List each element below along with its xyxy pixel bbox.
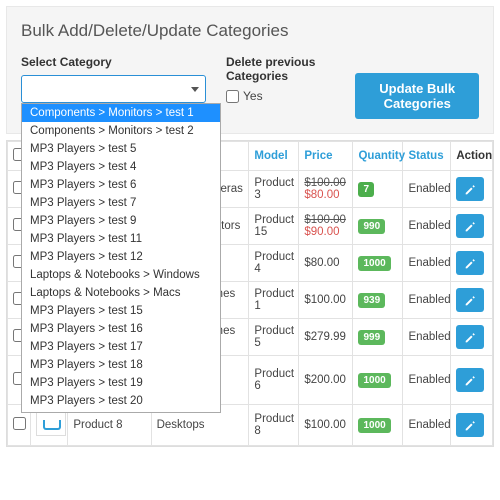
product-model: Product 1 [249,282,299,319]
product-model: Product 6 [249,356,299,405]
dropdown-option[interactable]: MP3 Players > test 9 [22,212,220,230]
product-status: Enabled [403,245,451,282]
col-action: Action [451,142,493,171]
col-price[interactable]: Price [299,142,353,171]
category-select[interactable] [21,75,206,103]
product-model: Product 5 [249,319,299,356]
product-model: Product 8 [249,405,299,446]
product-price: $80.00 [299,245,353,282]
quantity-badge: 1000 [358,418,390,433]
dropdown-option[interactable]: MP3 Players > test 21 [22,410,220,413]
dropdown-option[interactable]: MP3 Players > test 11 [22,230,220,248]
product-model: Product 3 [249,171,299,208]
dropdown-option[interactable]: MP3 Players > test 5 [22,140,220,158]
dropdown-option[interactable]: MP3 Players > test 6 [22,176,220,194]
quantity-badge: 939 [358,293,385,308]
delete-prev-label: Delete previous Categories [226,55,335,83]
product-price: $100.00 [299,405,353,446]
pencil-icon [465,420,476,431]
product-price: $279.99 [299,319,353,356]
product-status: Enabled [403,282,451,319]
product-status: Enabled [403,356,451,405]
chevron-down-icon [191,87,199,92]
yes-label: Yes [243,89,263,103]
product-price: $200.00 [299,356,353,405]
quantity-badge: 1000 [358,256,390,271]
quantity-badge: 990 [358,219,385,234]
dropdown-option[interactable]: MP3 Players > test 20 [22,392,220,410]
product-status: Enabled [403,208,451,245]
edit-button[interactable] [456,177,484,201]
category-dropdown[interactable]: Components > Monitors > test 1Components… [21,103,221,413]
edit-button[interactable] [456,251,484,275]
product-status: Enabled [403,319,451,356]
pencil-icon [465,375,476,386]
dropdown-option[interactable]: MP3 Players > test 12 [22,248,220,266]
edit-button[interactable] [456,413,484,437]
product-model: Product 4 [249,245,299,282]
product-thumb [36,411,66,436]
product-status: Enabled [403,405,451,446]
dropdown-option[interactable]: MP3 Players > test 7 [22,194,220,212]
col-model[interactable]: Model [249,142,299,171]
pencil-icon [465,221,476,232]
update-bulk-button[interactable]: Update Bulk Categories [355,73,479,119]
product-model: Product 15 [249,208,299,245]
quantity-badge: 999 [358,330,385,345]
select-category-label: Select Category [21,55,206,69]
pencil-icon [465,184,476,195]
dropdown-option[interactable]: MP3 Players > test 15 [22,302,220,320]
dropdown-option[interactable]: Components > Monitors > test 1 [22,104,220,122]
dropdown-option[interactable]: MP3 Players > test 19 [22,374,220,392]
page-title: Bulk Add/Delete/Update Categories [21,21,479,41]
edit-button[interactable] [456,288,484,312]
edit-button[interactable] [456,214,484,238]
product-price: $100.00$90.00 [299,208,353,245]
dropdown-option[interactable]: Components > Monitors > test 2 [22,122,220,140]
pencil-icon [465,295,476,306]
dropdown-option[interactable]: Laptops & Notebooks > Macs [22,284,220,302]
edit-button[interactable] [456,325,484,349]
dropdown-option[interactable]: MP3 Players > test 4 [22,158,220,176]
quantity-badge: 7 [358,182,374,197]
row-checkbox[interactable] [13,417,26,430]
pencil-icon [465,258,476,269]
product-price: $100.00 [299,282,353,319]
dropdown-option[interactable]: MP3 Players > test 16 [22,320,220,338]
dropdown-option[interactable]: MP3 Players > test 18 [22,356,220,374]
pencil-icon [465,332,476,343]
delete-prev-checkbox[interactable] [226,90,239,103]
col-quantity[interactable]: Quantity [353,142,403,171]
product-status: Enabled [403,171,451,208]
col-status[interactable]: Status [403,142,451,171]
product-price: $100.00$80.00 [299,171,353,208]
dropdown-option[interactable]: Laptops & Notebooks > Windows [22,266,220,284]
quantity-badge: 1000 [358,373,390,388]
edit-button[interactable] [456,368,484,392]
dropdown-option[interactable]: MP3 Players > test 17 [22,338,220,356]
